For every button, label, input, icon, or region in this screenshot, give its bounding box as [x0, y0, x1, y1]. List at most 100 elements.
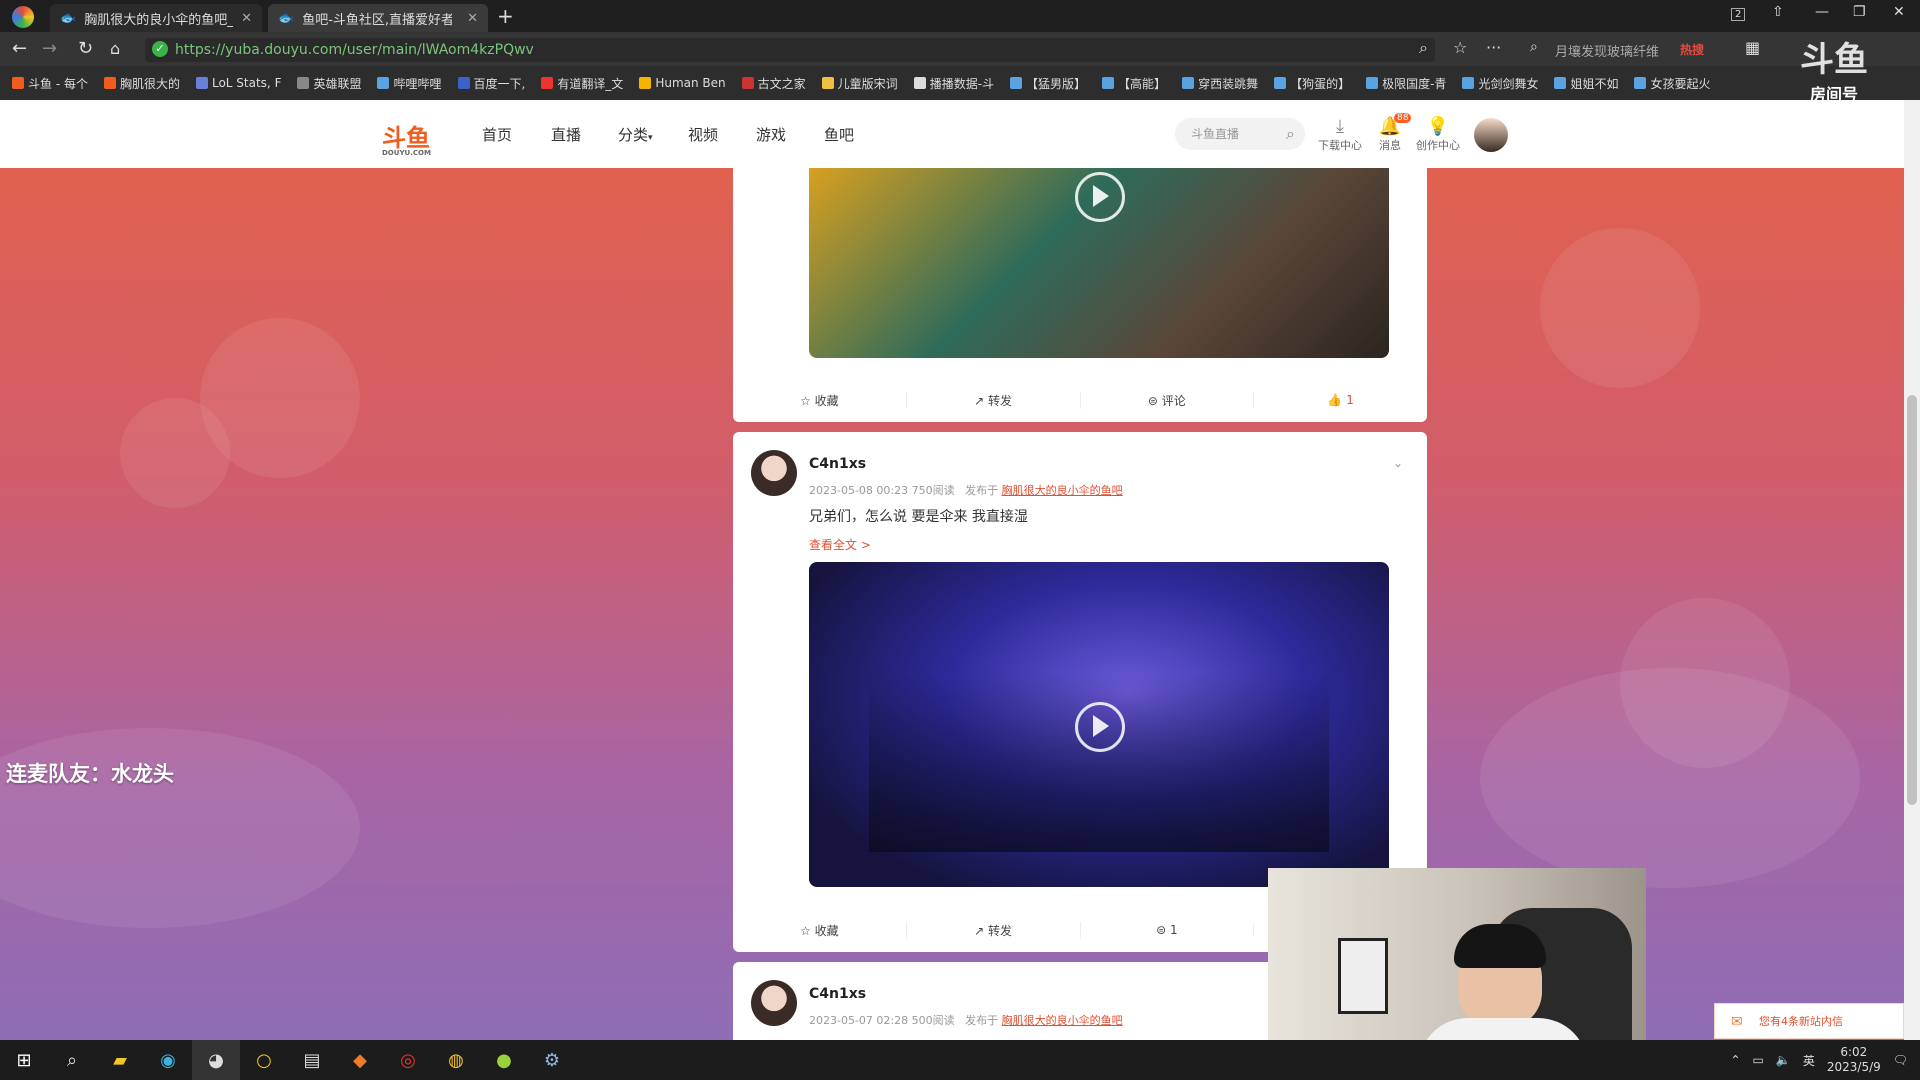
search-icon[interactable]: ⌕ — [1530, 39, 1538, 55]
chevron-down-icon[interactable]: ⌄ — [1393, 456, 1403, 470]
restore-button[interactable]: ❐ — [1853, 4, 1866, 20]
nav-home[interactable]: 首页 — [482, 124, 512, 145]
tab-yuba-group[interactable]: 🐟 胸肌很大的良小伞的鱼吧_斗鱼 ✕ — [50, 4, 262, 32]
share-button[interactable]: ↗ 转发 — [907, 921, 1081, 939]
bookmark-item[interactable]: 英雄联盟 — [297, 75, 361, 92]
bookmarks-bar: 斗鱼 - 每个 胸肌很大的 LoL Stats, F 英雄联盟 哔哩哔哩 百度一… — [0, 66, 1920, 100]
collect-button[interactable]: ☆ 收藏 — [733, 921, 907, 939]
bookmark-item[interactable]: 【狗蛋的】 — [1274, 75, 1350, 92]
volume-icon[interactable]: 🔈 — [1776, 1053, 1791, 1067]
comment-button[interactable]: ⊜ 评论 — [1081, 391, 1255, 409]
post-author-name[interactable]: C4n1xs — [809, 456, 866, 472]
share-button[interactable]: ↗ 转发 — [907, 391, 1081, 409]
minimize-button[interactable]: — — [1815, 4, 1829, 20]
steam-icon[interactable]: ⚙ — [528, 1040, 576, 1080]
nav-yuba[interactable]: 鱼吧 — [824, 124, 854, 145]
back-icon[interactable]: ← — [12, 38, 27, 59]
bookmark-item[interactable]: 古文之家 — [741, 75, 806, 92]
pin-icon[interactable]: ⇧ — [1772, 4, 1784, 20]
bookmark-item[interactable]: 【高能】 — [1102, 75, 1166, 92]
bookmark-item[interactable]: 光剑剑舞女 — [1462, 75, 1538, 92]
app-icon[interactable]: ▤ — [288, 1040, 336, 1080]
post-text: 兄弟们，怎么说 要是伞来 我直接湿 — [809, 509, 1028, 525]
bookmark-item[interactable]: LoL Stats, F — [195, 76, 281, 90]
nav-video[interactable]: 视频 — [688, 124, 718, 145]
bookmark-item[interactable]: 百度一下, — [457, 75, 525, 92]
network-icon[interactable]: ▭ — [1753, 1053, 1764, 1067]
douyu-logo[interactable]: 斗鱼 DOUYU.COM — [382, 118, 431, 157]
play-icon[interactable] — [1075, 702, 1125, 752]
bookmark-item[interactable]: 【猛男版】 — [1010, 75, 1086, 92]
video-thumbnail[interactable] — [809, 168, 1389, 358]
reload-icon[interactable]: ↻ — [78, 38, 93, 59]
share-icon: ↗ — [974, 923, 989, 938]
windows-start-icon[interactable]: ⊞ — [0, 1040, 48, 1080]
new-tab-button[interactable]: + — [497, 4, 514, 28]
download-center[interactable]: ⤓ 下载中心 — [1318, 116, 1362, 153]
hot-search-badge[interactable]: 热搜 — [1680, 41, 1704, 58]
group-link[interactable]: 胸肌很大的良小伞的鱼吧 — [1002, 1014, 1123, 1027]
bookmark-item[interactable]: 穿西装跳舞 — [1182, 75, 1258, 92]
close-tab-icon[interactable]: ✕ — [241, 11, 252, 26]
post-author-name[interactable]: C4n1xs — [809, 986, 866, 1002]
like-button[interactable]: 👍 1 — [1254, 393, 1427, 407]
bookmark-item[interactable]: Human Ben — [639, 76, 726, 90]
post-author-avatar[interactable] — [751, 980, 797, 1026]
creator-center[interactable]: 💡 创作中心 — [1416, 116, 1460, 153]
app-orange-icon[interactable]: ◆ — [336, 1040, 384, 1080]
scrollbar-thumb[interactable] — [1907, 395, 1917, 805]
post-author-avatar[interactable] — [751, 450, 797, 496]
bookmark-item[interactable]: 哔哩哔哩 — [377, 75, 442, 92]
nav-game[interactable]: 游戏 — [756, 124, 786, 145]
tray-expand-icon[interactable]: ⌃ — [1730, 1053, 1740, 1067]
share-icon: ↗ — [974, 393, 989, 408]
play-icon[interactable] — [1075, 172, 1125, 222]
browser-icon[interactable]: ◕ — [192, 1040, 240, 1080]
bookmark-item[interactable]: 儿童版宋词 — [821, 75, 898, 92]
user-avatar[interactable] — [1474, 118, 1508, 152]
apps-grid-icon[interactable]: ▦ — [1745, 38, 1760, 57]
collect-button[interactable]: ☆ 收藏 — [733, 391, 907, 409]
bookmark-item[interactable]: 斗鱼 - 每个 — [12, 75, 88, 92]
read-more-link[interactable]: 查看全文 > — [809, 536, 871, 553]
ime-indicator[interactable]: 英 — [1803, 1052, 1815, 1069]
browser-search-input[interactable]: 月壤发现玻璃纤维 — [1555, 41, 1659, 60]
video-thumbnail[interactable] — [809, 562, 1389, 887]
file-explorer-icon[interactable]: ▰ — [96, 1040, 144, 1080]
clock[interactable]: 6:02 2023/5/9 — [1827, 1045, 1881, 1075]
app-green-icon[interactable]: ● — [480, 1040, 528, 1080]
edge-icon[interactable]: ◉ — [144, 1040, 192, 1080]
taskbar: ⊞ ⌕ ▰ ◉ ◕ ○ ▤ ◆ ◎ ◍ ● ⚙ — [0, 1040, 1920, 1080]
close-tab-icon[interactable]: ✕ — [467, 11, 478, 26]
action-center-icon[interactable]: 🗨 — [1893, 1053, 1908, 1067]
messages[interactable]: 🔔 消息 88 — [1368, 113, 1412, 153]
star-icon[interactable]: ☆ — [1453, 38, 1467, 57]
netease-music-icon[interactable]: ◎ — [384, 1040, 432, 1080]
bookmark-item[interactable]: 有道翻译_文 — [541, 75, 623, 92]
close-window-button[interactable]: ✕ — [1893, 4, 1905, 20]
tab-yuba-community[interactable]: 🐟 鱼吧-斗鱼社区,直播爱好者 ✕ — [268, 4, 488, 32]
app-owl-icon[interactable]: ◍ — [432, 1040, 480, 1080]
bookmark-item[interactable]: 播播数据-斗 — [913, 75, 994, 92]
search-icon[interactable]: ⌕ — [48, 1040, 96, 1080]
bookmark-item[interactable]: 极限国度-青 — [1366, 75, 1446, 92]
bookmark-item[interactable]: 胸肌很大的 — [103, 75, 180, 92]
more-icon[interactable]: ··· — [1486, 38, 1501, 57]
window-count-badge[interactable]: 2 — [1731, 8, 1746, 21]
nav-live[interactable]: 直播 — [551, 124, 581, 145]
url-input[interactable]: https://yuba.douyu.com/user/main/lWAom4k… — [145, 38, 1435, 62]
post-card: ☆ 收藏 ↗ 转发 ⊜ 评论 👍 1 — [733, 168, 1427, 422]
comment-button[interactable]: ⊜ 1 — [1081, 923, 1255, 937]
bookmark-item[interactable]: 姐姐不如 — [1554, 75, 1618, 92]
bookmark-item[interactable]: 女孩要起火 — [1634, 75, 1710, 92]
group-link[interactable]: 胸肌很大的良小伞的鱼吧 — [1002, 484, 1123, 497]
zoom-icon[interactable]: ⌕ — [1419, 38, 1428, 58]
nav-category[interactable]: 分类▾ — [618, 124, 653, 145]
new-message-notification[interactable]: ✉ 您有4条新站内信 — [1714, 1003, 1904, 1039]
browser-logo-icon[interactable] — [12, 6, 34, 28]
home-icon[interactable]: ⌂ — [110, 39, 120, 58]
forward-icon[interactable]: → — [42, 38, 57, 59]
site-search-input[interactable]: 斗鱼直播 ⌕ — [1175, 118, 1305, 150]
app-ring-icon[interactable]: ○ — [240, 1040, 288, 1080]
search-icon[interactable]: ⌕ — [1286, 118, 1295, 150]
